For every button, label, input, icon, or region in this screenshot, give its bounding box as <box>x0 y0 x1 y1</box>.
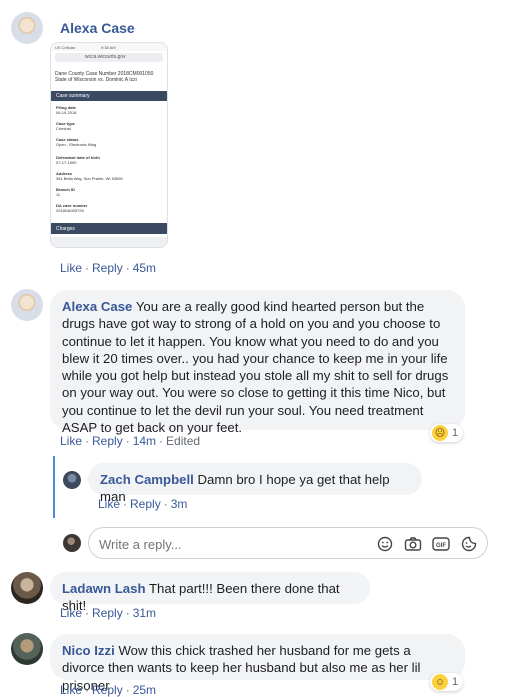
comment-actions: Like · Reply · 14m · Edited <box>60 434 201 448</box>
reaction-count[interactable]: ☺ 1 <box>430 673 464 691</box>
comment-author[interactable]: Alexa Case <box>60 20 135 36</box>
camera-icon[interactable] <box>404 535 422 553</box>
attachment-section-summary: Case summary <box>56 93 90 99</box>
comment-actions: Like · Reply · 3m <box>98 497 188 511</box>
comment-bubble: Nico Izzi Wow this chick trashed her hus… <box>50 634 465 693</box>
comment-bubble: Ladawn Lash That part!!! Been there done… <box>50 572 370 613</box>
avatar[interactable] <box>63 471 81 489</box>
attachment-url: wcca.wicourts.gov <box>85 54 126 60</box>
timestamp[interactable]: 25m <box>133 683 156 697</box>
reply-input[interactable] <box>99 534 369 554</box>
reaction-number: 1 <box>452 427 459 439</box>
avatar <box>63 534 81 552</box>
comment-author[interactable]: Nico Izzi <box>62 643 115 658</box>
reply-link[interactable]: Reply <box>130 497 161 511</box>
like-link[interactable]: Like <box>98 497 120 511</box>
comment-author[interactable]: Alexa Case <box>62 299 132 314</box>
timestamp[interactable]: 45m <box>133 261 156 275</box>
thread-line <box>53 456 55 518</box>
field-value: Open - Electronic filing <box>56 142 97 147</box>
reaction-count[interactable]: ☹ 1 <box>430 424 464 442</box>
comment-actions: Like · Reply · 31m <box>60 606 157 620</box>
smiley-icon[interactable] <box>376 535 394 553</box>
avatar[interactable] <box>11 633 43 665</box>
timestamp[interactable]: 14m <box>133 434 156 448</box>
field-value: Criminal <box>56 126 71 131</box>
timestamp[interactable]: 31m <box>133 606 156 620</box>
reply-link[interactable]: Reply <box>92 434 123 448</box>
status-clock: 9:38 AM <box>101 45 116 50</box>
comment-actions: Like · Reply · 45m <box>60 261 157 275</box>
sticker-icon[interactable] <box>460 535 478 553</box>
attachment-section-charges: Charges <box>56 226 75 232</box>
reply-link[interactable]: Reply <box>92 261 123 275</box>
avatar[interactable] <box>11 12 43 44</box>
comment-author[interactable]: Ladawn Lash <box>62 581 146 596</box>
like-link[interactable]: Like <box>60 606 82 620</box>
avatar[interactable] <box>11 289 43 321</box>
comment-actions: Like · Reply · 25m <box>60 683 157 697</box>
field-value: 06-19-2018 <box>56 110 77 115</box>
comment-bubble: Alexa Case You are a really good kind he… <box>50 290 465 435</box>
timestamp[interactable]: 3m <box>171 497 188 511</box>
like-link[interactable]: Like <box>60 434 82 448</box>
svg-text:GIF: GIF <box>436 543 446 549</box>
reply-input-box[interactable]: GIF <box>88 527 488 559</box>
laugh-face-icon: ☺ <box>432 674 448 690</box>
edited-label[interactable]: Edited <box>166 434 200 448</box>
field-value: 11 <box>56 192 61 197</box>
attachment-case-title: Dane County Case Number 2018CM001050 Sta… <box>55 71 154 83</box>
sad-face-icon: ☹ <box>432 425 448 441</box>
avatar[interactable] <box>11 572 43 604</box>
comment-text: You are a really good kind hearted perso… <box>62 299 449 436</box>
field-value: 07-17-1990 <box>56 160 77 165</box>
status-carrier: US Cellular <box>55 45 76 50</box>
image-attachment[interactable]: US Cellular 9:38 AM wcca.wicourts.gov Da… <box>50 42 168 248</box>
reply-link[interactable]: Reply <box>92 683 123 697</box>
comment-bubble: Zach Campbell Damn bro I hope ya get tha… <box>88 463 422 504</box>
comment-author[interactable]: Zach Campbell <box>100 472 194 487</box>
reply-link[interactable]: Reply <box>92 606 123 620</box>
like-link[interactable]: Like <box>60 261 82 275</box>
field-value: 2018DA005726 <box>56 208 84 213</box>
gif-icon[interactable]: GIF <box>432 535 450 553</box>
field-value: 351 Bella Way, Sun Prairie, WI 53590 <box>56 176 123 181</box>
like-link[interactable]: Like <box>60 683 82 697</box>
reaction-number: 1 <box>452 676 459 688</box>
